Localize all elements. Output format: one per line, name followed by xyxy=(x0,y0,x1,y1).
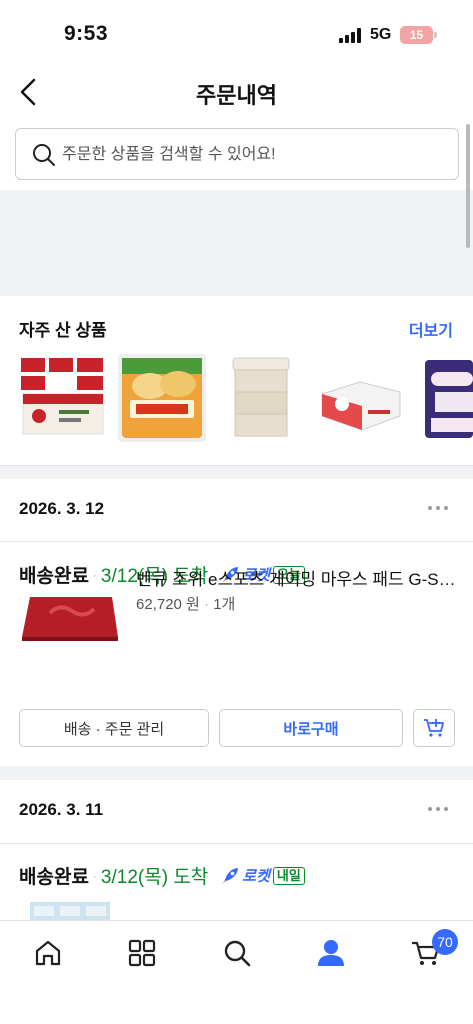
more-options-icon[interactable] xyxy=(427,501,449,515)
add-cart-icon xyxy=(424,719,444,737)
product-name[interactable]: 벤큐 조위 e스포츠 게이밍 마우스 패드 G-SR-SE xyxy=(136,565,456,590)
order-card: 2026. 3. 12 배송완료 · 3/12(목) 도착 로켓 오늘 벤큐 조… xyxy=(0,479,473,766)
order-date: 2026. 3. 12 xyxy=(19,499,105,518)
category-grid-icon[interactable] xyxy=(126,937,158,969)
status-bar: 9:53 5G 15 xyxy=(0,0,473,70)
dot-separator: · xyxy=(92,868,97,883)
search-box[interactable] xyxy=(15,128,459,180)
more-options-icon[interactable] xyxy=(427,802,449,816)
thumb-rice-pack[interactable] xyxy=(19,354,107,442)
product-qty: 1개 xyxy=(213,596,236,613)
scrollbar[interactable] xyxy=(466,124,470,248)
delivery-status: 배송완료 · 3/12(목) 도착 로켓 내일 xyxy=(19,862,305,889)
header: 주문내역 xyxy=(0,70,473,114)
manage-order-button[interactable]: 배송 · 주문 관리 xyxy=(19,709,209,747)
separator xyxy=(0,843,473,844)
page-title: 주문내역 xyxy=(196,83,277,108)
buy-again-button[interactable]: 바로구매 xyxy=(219,709,403,747)
product-image[interactable] xyxy=(20,573,120,661)
banner-area xyxy=(0,190,473,296)
order-date: 2026. 3. 11 xyxy=(19,800,104,819)
dot-separator: · xyxy=(204,596,214,613)
thumb-product-box[interactable] xyxy=(316,354,404,442)
network-label: 5G xyxy=(370,26,392,43)
product-image[interactable] xyxy=(30,902,110,920)
rocket-badge: 내일 xyxy=(272,866,305,885)
search-input[interactable] xyxy=(62,141,442,169)
more-link[interactable]: 더보기 xyxy=(409,317,453,341)
status-time: 9:53 xyxy=(64,22,109,45)
search-tab-icon[interactable] xyxy=(221,937,253,969)
order-card: 2026. 3. 11 배송완료 · 3/12(목) 도착 로켓 내일 xyxy=(0,780,473,920)
section-divider xyxy=(0,766,473,780)
separator xyxy=(0,541,473,542)
thumb-tissue-pack[interactable] xyxy=(217,354,305,442)
search-icon xyxy=(33,144,55,166)
cart-count-badge: 70 xyxy=(432,929,458,955)
product-price: 62,720 원 xyxy=(136,596,200,613)
signal-icon xyxy=(339,28,365,43)
arrival-date: 3/12(목) 도착 xyxy=(100,867,209,888)
frequent-products-section: 자주 산 상품 더보기 xyxy=(0,296,473,466)
product-meta: 62,720 원 · 1개 xyxy=(136,593,235,614)
thumb-toilet-paper[interactable] xyxy=(415,354,473,442)
status-label: 배송완료 xyxy=(19,867,89,888)
my-page-icon[interactable] xyxy=(315,937,347,969)
home-icon[interactable] xyxy=(32,937,64,969)
thumb-garlic-bread[interactable] xyxy=(118,354,206,442)
bottom-tab-bar xyxy=(0,920,473,1024)
rocket-icon xyxy=(222,867,239,884)
battery-icon: 15 xyxy=(400,26,437,44)
battery-level: 15 xyxy=(409,28,424,42)
section-divider xyxy=(0,466,473,479)
section-title: 자주 산 상품 xyxy=(19,321,107,340)
rocket-label: 로켓 xyxy=(242,868,270,885)
add-to-cart-button[interactable] xyxy=(413,709,455,747)
